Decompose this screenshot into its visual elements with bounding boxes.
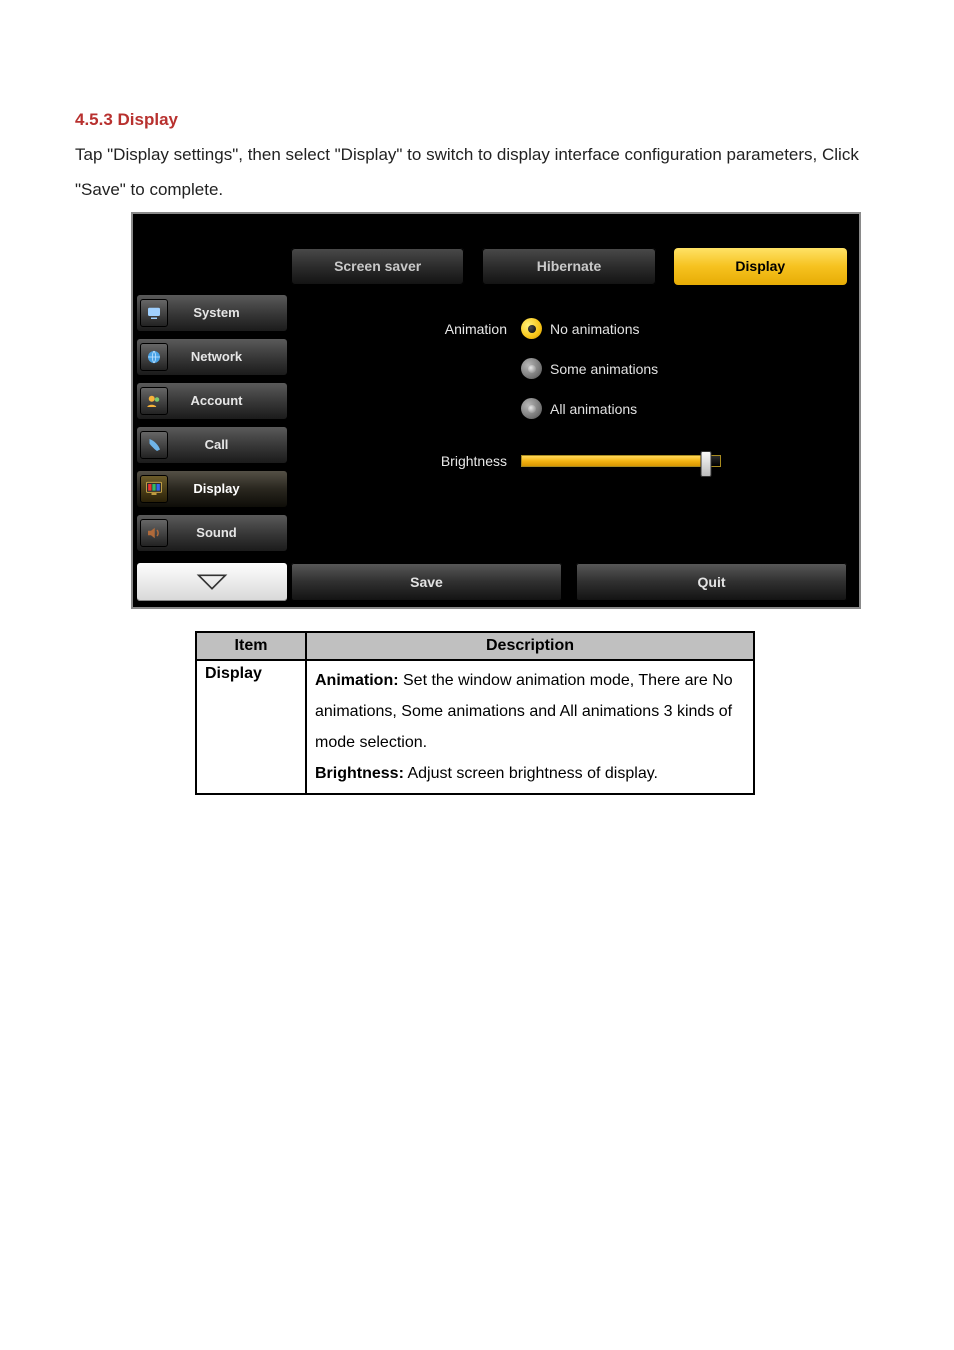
phone-icon <box>140 431 168 459</box>
table-item-cell: Display <box>196 660 306 795</box>
intro-text: Tap "Display settings", then select "Dis… <box>75 138 879 208</box>
desc-bright-label: Brightness: <box>315 765 404 782</box>
tab-screensaver[interactable]: Screen saver <box>291 248 464 285</box>
sidebar-label: System <box>176 305 287 320</box>
save-button[interactable]: Save <box>291 563 562 601</box>
brightness-slider[interactable] <box>521 455 721 467</box>
radio-label: No animations <box>550 321 640 337</box>
sidebar-item-network[interactable]: Network <box>137 339 287 375</box>
description-table: Item Description Display Animation: Set … <box>195 631 755 796</box>
table-desc-cell: Animation: Set the window animation mode… <box>306 660 754 795</box>
tab-hibernate[interactable]: Hibernate <box>482 248 655 285</box>
radio-no-animations[interactable] <box>521 318 542 339</box>
tab-display[interactable]: Display <box>674 248 847 285</box>
sidebar-item-account[interactable]: Account <box>137 383 287 419</box>
sidebar-label: Call <box>176 437 287 452</box>
quit-button[interactable]: Quit <box>576 563 847 601</box>
radio-all-animations[interactable] <box>521 398 542 419</box>
brightness-label: Brightness <box>301 453 521 469</box>
system-icon <box>140 299 168 327</box>
globe-icon <box>140 343 168 371</box>
sidebar-label: Account <box>176 393 287 408</box>
section-heading: 4.5.3 Display <box>75 110 879 130</box>
sidebar-item-call[interactable]: Call <box>137 427 287 463</box>
table-head-description: Description <box>306 632 754 660</box>
device-screenshot: Screen saver Hibernate Display System <box>131 212 861 609</box>
sidebar-scroll-down[interactable] <box>137 563 287 601</box>
sidebar-item-display[interactable]: Display <box>137 471 287 507</box>
animation-label: Animation <box>301 321 521 337</box>
desc-anim-label: Animation: <box>315 672 399 689</box>
sidebar-item-sound[interactable]: Sound <box>137 515 287 551</box>
sidebar-label: Sound <box>176 525 287 540</box>
radio-label: All animations <box>550 401 637 417</box>
chevron-down-icon <box>195 572 229 592</box>
display-icon <box>140 475 168 503</box>
radio-some-animations[interactable] <box>521 358 542 379</box>
radio-label: Some animations <box>550 361 658 377</box>
sidebar-label: Network <box>176 349 287 364</box>
sidebar-item-system[interactable]: System <box>137 295 287 331</box>
sidebar-label: Display <box>176 481 287 496</box>
desc-bright-text: Adjust screen brightness of display. <box>404 765 658 782</box>
account-icon <box>140 387 168 415</box>
sound-icon <box>140 519 168 547</box>
slider-thumb[interactable] <box>701 451 712 477</box>
table-head-item: Item <box>196 632 306 660</box>
